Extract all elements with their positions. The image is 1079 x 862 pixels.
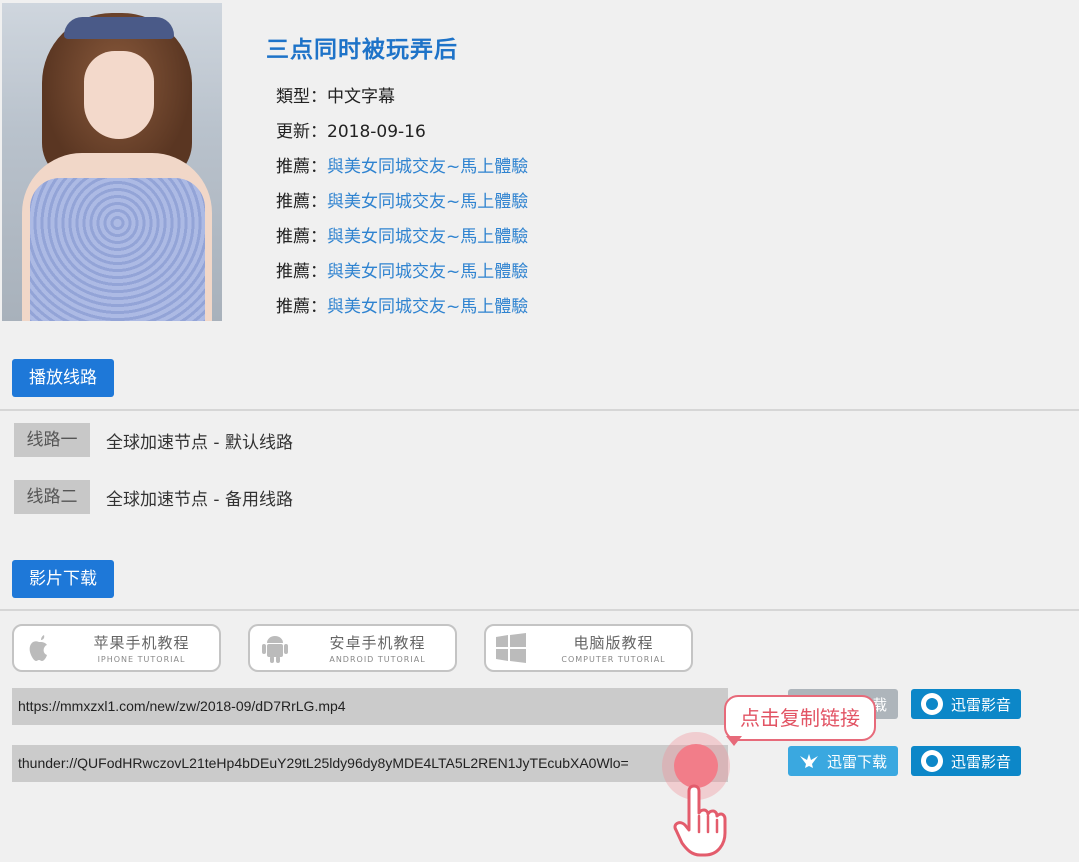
player-icon <box>920 693 943 715</box>
recommend-link[interactable]: 與美女同城交友~馬上體驗 <box>327 297 528 317</box>
recommend-link[interactable]: 與美女同城交友~馬上體驗 <box>327 262 528 282</box>
recommend-row: 推薦：與美女同城交友~馬上體驗 <box>276 150 528 185</box>
hint-tail <box>726 736 742 746</box>
update-label: 更新： <box>276 122 327 142</box>
movie-title: 三点同时被玩弄后 <box>266 37 458 63</box>
line-desc[interactable]: 全球加速节点 - 备用线路 <box>106 485 293 510</box>
tutorial-title: 电脑版教程 <box>573 634 654 652</box>
hand-pointer-icon <box>673 784 727 857</box>
recommend-row: 推薦：與美女同城交友~馬上體驗 <box>276 185 528 220</box>
line-tag[interactable]: 线路二 <box>14 480 90 514</box>
play-lines-tab[interactable]: 播放线路 <box>12 359 114 397</box>
windows-icon <box>486 633 536 663</box>
download-tab[interactable]: 影片下载 <box>12 560 114 598</box>
apple-icon <box>14 633 64 663</box>
xunlei-download-button[interactable]: 迅雷下载 <box>788 746 898 776</box>
recommend-label: 推薦： <box>276 262 327 282</box>
xunlei-player-label: 迅雷影音 <box>950 752 1011 771</box>
copy-link-hint: 点击复制链接 <box>724 695 876 741</box>
type-label: 類型： <box>276 87 327 107</box>
type-value: 中文字幕 <box>327 87 395 107</box>
type-row: 類型：中文字幕 <box>276 80 528 115</box>
thunder-url-field[interactable]: thunder://QUFodHRwczovL21teHp4bDEuY29tL2… <box>12 745 728 782</box>
line-2[interactable]: 线路二 全球加速节点 - 备用线路 <box>14 480 293 514</box>
movie-poster <box>2 3 222 321</box>
recommend-label: 推薦： <box>276 157 327 177</box>
android-tutorial-button[interactable]: 安卓手机教程 ANDROID TUTORIAL <box>248 624 457 672</box>
recommend-row: 推薦：與美女同城交友~馬上體驗 <box>276 220 528 255</box>
line-tag[interactable]: 线路一 <box>14 423 90 457</box>
movie-info: 類型：中文字幕 更新：2018-09-16 推薦：與美女同城交友~馬上體驗 推薦… <box>276 80 528 325</box>
recommend-row: 推薦：與美女同城交友~馬上體驗 <box>276 290 528 325</box>
line-1[interactable]: 线路一 全球加速节点 - 默认线路 <box>14 423 293 457</box>
xunlei-player-button[interactable]: 迅雷影音 <box>911 746 1021 776</box>
iphone-tutorial-button[interactable]: 苹果手机教程 IPHONE TUTORIAL <box>12 624 221 672</box>
recommend-label: 推薦： <box>276 227 327 247</box>
divider <box>0 409 1079 411</box>
recommend-link[interactable]: 與美女同城交友~馬上體驗 <box>327 192 528 212</box>
tutorial-subtitle: ANDROID TUTORIAL <box>329 655 426 664</box>
update-value: 2018-09-16 <box>327 122 426 142</box>
recommend-label: 推薦： <box>276 297 327 317</box>
tutorial-title: 安卓手机教程 <box>329 634 426 652</box>
update-row: 更新：2018-09-16 <box>276 115 528 150</box>
tutorial-subtitle: IPHONE TUTORIAL <box>97 655 186 664</box>
divider <box>0 609 1079 611</box>
xunlei-download-label: 迅雷下载 <box>826 752 887 771</box>
recommend-link[interactable]: 與美女同城交友~馬上體驗 <box>327 157 528 177</box>
tutorial-subtitle: COMPUTER TUTORIAL <box>561 655 666 664</box>
line-desc[interactable]: 全球加速节点 - 默认线路 <box>106 428 293 453</box>
recommend-label: 推薦： <box>276 192 327 212</box>
mp4-url-field[interactable]: https://mmxzxl1.com/new/zw/2018-09/dD7Rr… <box>12 688 728 725</box>
recommend-link[interactable]: 與美女同城交友~馬上體驗 <box>327 227 528 247</box>
xunlei-player-button[interactable]: 迅雷影音 <box>911 689 1021 719</box>
xunlei-player-label: 迅雷影音 <box>950 695 1011 714</box>
recommend-row: 推薦：與美女同城交友~馬上體驗 <box>276 255 528 290</box>
bird-icon <box>799 754 818 768</box>
computer-tutorial-button[interactable]: 电脑版教程 COMPUTER TUTORIAL <box>484 624 693 672</box>
tutorial-title: 苹果手机教程 <box>93 634 190 652</box>
player-icon <box>920 750 943 772</box>
android-icon <box>250 632 300 664</box>
